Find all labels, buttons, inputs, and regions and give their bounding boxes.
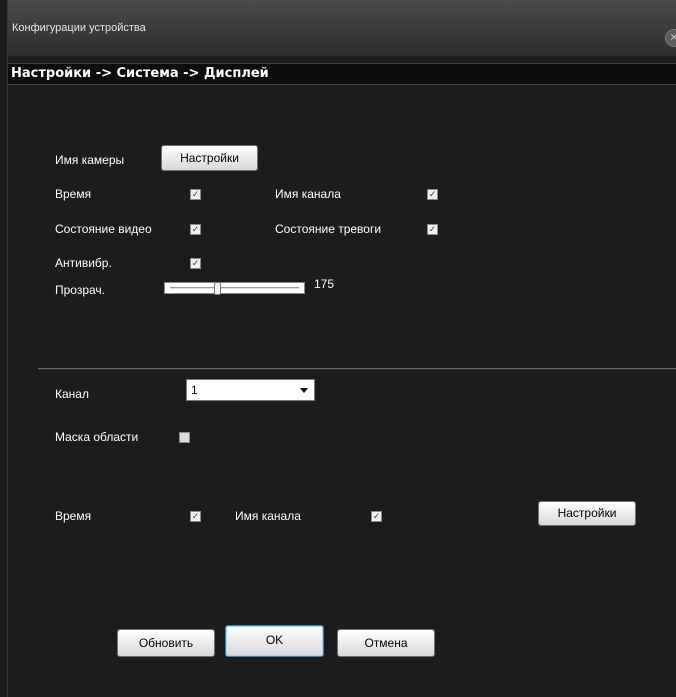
antishake-checkbox[interactable]: ✓ [190,258,201,269]
breadcrumb-text: Настройки -> Система -> Дисплей [11,66,269,81]
time-checkbox[interactable]: ✓ [190,189,201,200]
alarm-status-checkbox[interactable]: ✓ [427,224,438,235]
channel-select[interactable]: 1 [186,379,315,401]
section-divider [38,368,676,370]
channel-name-checkbox[interactable]: ✓ [427,189,438,200]
transparency-value: 175 [314,277,335,291]
camera-name-settings-button[interactable]: Настройки [161,145,258,171]
close-icon[interactable]: ✕ [665,29,676,47]
channel-time-label: Время [55,509,92,523]
chevron-down-icon [300,388,308,393]
alarm-status-label: Состояние тревоги [275,222,382,236]
transparency-label: Прозрач. [55,283,106,297]
slider-track [170,287,299,289]
breadcrumb: Настройки -> Система -> Дисплей [8,63,676,85]
channel-label: Канал [55,387,89,401]
transparency-slider[interactable] [164,282,305,295]
channel-select-value: 1 [191,383,198,397]
camera-name-label: Имя камеры [55,153,125,167]
device-config-window: Конфигурации устройства ✕ Настройки -> С… [7,0,676,697]
video-status-checkbox[interactable]: ✓ [190,224,201,235]
time-label: Время [55,187,92,201]
antishake-label: Антивибр. [55,256,112,270]
refresh-button[interactable]: Обновить [117,629,215,657]
channel-name-label: Имя канала [275,187,341,201]
ok-button[interactable]: OK [225,625,324,657]
channel-settings-button[interactable]: Настройки [538,501,636,526]
slider-thumb[interactable] [214,282,221,295]
area-mask-checkbox[interactable] [179,432,190,443]
channel-channel-name-label: Имя канала [235,509,301,523]
window-title: Конфигурации устройства [12,22,146,34]
channel-time-checkbox[interactable]: ✓ [190,511,201,522]
area-mask-label: Маска области [55,430,139,444]
video-status-label: Состояние видео [55,222,152,236]
cancel-button[interactable]: Отмена [337,629,435,657]
title-bar[interactable]: Конфигурации устройства ✕ [8,0,676,57]
channel-channel-name-checkbox[interactable]: ✓ [371,511,382,522]
